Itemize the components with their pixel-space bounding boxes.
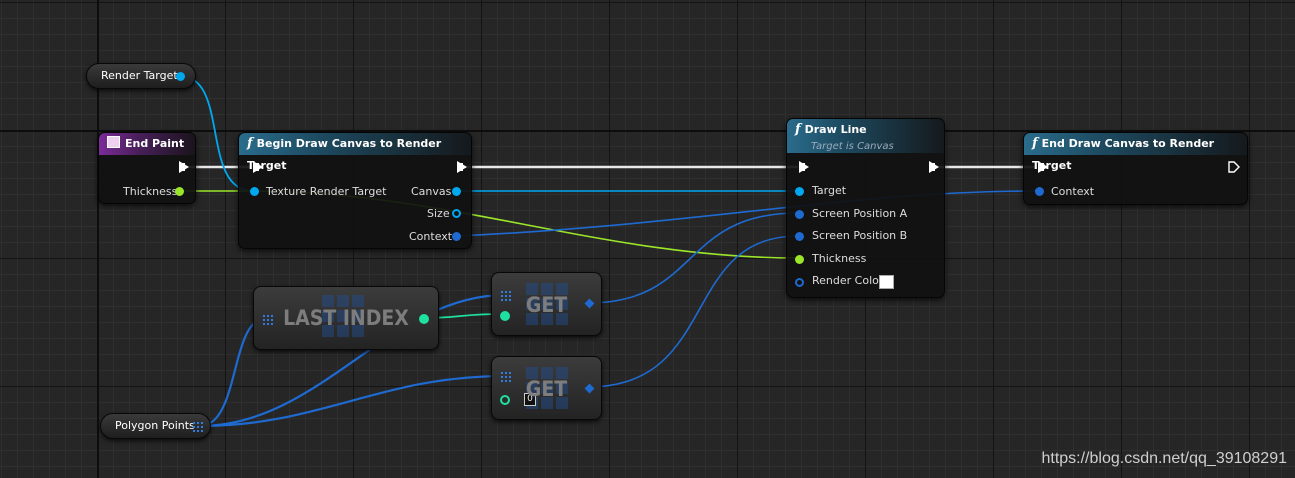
draw-line-title: Draw Line: [804, 123, 867, 136]
draw-line-pos-b-label: Screen Position B: [812, 229, 908, 242]
begin-draw-canvas-pin[interactable]: [452, 187, 461, 196]
draw-line-color-pin[interactable]: [795, 278, 804, 287]
end-draw-context-label: Context: [1051, 185, 1095, 198]
draw-line-header: f Draw Line Target is Canvas: [787, 119, 944, 153]
get-title: GET: [525, 293, 568, 317]
end-paint-thickness-pin[interactable]: [175, 187, 184, 196]
draw-line-pos-b-pin[interactable]: [795, 232, 804, 241]
end-paint-node[interactable]: End Paint Thickness: [98, 132, 196, 204]
draw-line-target-label: Target: [812, 184, 847, 197]
event-icon: [107, 136, 120, 148]
end-draw-exec-in-pin[interactable]: [1038, 161, 1048, 173]
end-paint-title: End Paint: [125, 137, 185, 150]
get-node-last[interactable]: GET: [491, 272, 602, 336]
begin-draw-exec-out-pin[interactable]: [457, 161, 467, 173]
begin-draw-context-pin[interactable]: [452, 232, 461, 241]
render-target-output-pin[interactable]: [176, 72, 185, 81]
end-draw-canvas-node[interactable]: f End Draw Canvas to Render Target Contex…: [1023, 132, 1248, 205]
watermark-text: https://blog.csdn.net/qq_39108291: [1041, 450, 1287, 467]
begin-draw-texture-label: Texture Render Target: [266, 185, 387, 198]
function-icon: f: [795, 122, 801, 137]
end-paint-thickness-label: Thickness: [123, 185, 178, 198]
draw-line-thickness-label: Thickness: [812, 252, 867, 265]
draw-line-color-label: Render Color: [812, 274, 884, 287]
polygon-points-output-pin[interactable]: [193, 422, 203, 432]
function-icon: f: [1032, 136, 1038, 151]
last-index-output-pin[interactable]: [419, 314, 429, 324]
draw-line-exec-out-pin[interactable]: [929, 161, 939, 173]
begin-draw-title: Begin Draw Canvas to Render Target: [247, 137, 442, 172]
render-target-variable-node[interactable]: Render Target: [86, 63, 196, 89]
draw-line-pos-a-pin[interactable]: [795, 210, 804, 219]
object-wire: [456, 190, 1038, 237]
end-draw-header: f End Draw Canvas to Render Target: [1024, 133, 1247, 172]
last-index-title: LAST INDEX: [283, 306, 409, 330]
get-node-first[interactable]: 0 GET: [491, 356, 602, 420]
draw-line-target-pin[interactable]: [795, 187, 804, 196]
render-color-swatch[interactable]: [879, 275, 894, 289]
end-paint-header: End Paint: [99, 133, 195, 155]
begin-draw-texture-pin[interactable]: [250, 187, 259, 196]
begin-draw-header: f Begin Draw Canvas to Render Target: [239, 133, 471, 172]
draw-line-pos-a-label: Screen Position A: [812, 207, 908, 220]
end-draw-exec-out-pin[interactable]: [1228, 161, 1240, 173]
render-target-label: Render Target: [101, 69, 178, 82]
begin-draw-canvas-node[interactable]: f Begin Draw Canvas to Render Target Text…: [238, 132, 472, 249]
last-index-node[interactable]: LAST INDEX: [253, 286, 439, 350]
polygon-points-variable-node[interactable]: Polygon Points: [100, 413, 211, 439]
begin-draw-context-label: Context: [409, 230, 453, 243]
begin-draw-size-label: Size: [427, 207, 450, 220]
begin-draw-canvas-label: Canvas: [411, 185, 452, 198]
end-draw-title: End Draw Canvas to Render Target: [1032, 137, 1215, 172]
draw-line-subtitle: Target is Canvas: [811, 141, 894, 152]
draw-line-node[interactable]: f Draw Line Target is Canvas Target Scree…: [786, 118, 945, 298]
begin-draw-exec-in-pin[interactable]: [253, 161, 263, 173]
draw-line-exec-in-pin[interactable]: [799, 161, 809, 173]
draw-line-thickness-pin[interactable]: [795, 255, 804, 264]
polygon-points-label: Polygon Points: [115, 419, 195, 432]
function-icon: f: [247, 136, 253, 151]
end-paint-exec-out-pin[interactable]: [179, 161, 189, 173]
vector-wire: [587, 235, 799, 388]
end-draw-context-pin[interactable]: [1035, 187, 1044, 196]
begin-draw-size-pin[interactable]: [452, 209, 461, 218]
